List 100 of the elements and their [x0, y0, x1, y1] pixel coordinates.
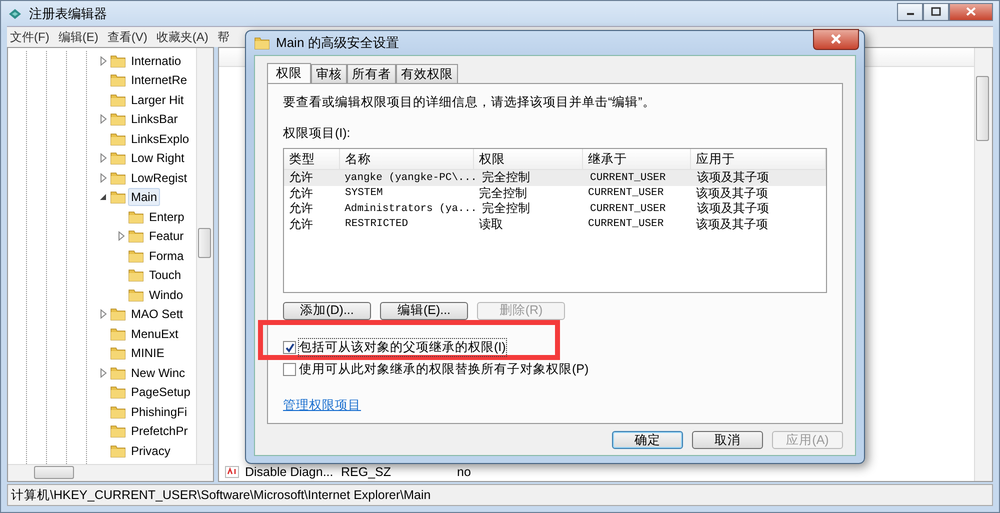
folder-icon: [128, 248, 144, 264]
scrollbar[interactable]: [974, 48, 992, 481]
tree-item[interactable]: Windo: [146, 286, 186, 304]
folder-icon: [110, 345, 126, 362]
tree-item[interactable]: LinksBar: [128, 110, 181, 128]
menu-item[interactable]: 编辑(E): [55, 28, 102, 46]
menu-item[interactable]: 文件(F): [7, 28, 52, 46]
table-cell-text: 读取: [478, 216, 504, 232]
tree-item[interactable]: Privacy: [128, 442, 174, 460]
table-cell-text: 允许: [288, 216, 314, 232]
table-cell-text: CURRENT_USER: [589, 202, 667, 216]
table-row[interactable]: 允许 yangke (yangke-PC\... 完全控制 CURRENT_USER 该项及其子项: [284, 170, 826, 186]
folder-icon: [128, 267, 144, 284]
checkbox-label[interactable]: 使用可从此对象继承的权限替换所有子对象权限(P): [299, 360, 589, 378]
maximize-button[interactable]: [923, 2, 949, 20]
manage-permissions-link[interactable]: 管理权限项目: [283, 397, 361, 414]
expand-arrow-icon[interactable]: [98, 368, 108, 378]
table-cell-text: 允许: [288, 201, 314, 216]
tree-item[interactable]: Featur: [146, 227, 187, 246]
expand-arrow-icon[interactable]: [98, 172, 108, 183]
list-label: 权限项目(I):: [283, 125, 352, 142]
folder-icon: [110, 326, 126, 342]
minimize-button[interactable]: [897, 2, 923, 20]
tree-item[interactable]: Main: [128, 188, 160, 206]
tree-item[interactable]: Larger Hit: [128, 90, 187, 109]
expand-arrow-icon[interactable]: [116, 231, 126, 242]
column-header[interactable]: 权限: [474, 149, 584, 169]
tree-item[interactable]: MenuExt: [128, 324, 182, 343]
table-cell-text: 该项及其子项: [695, 186, 770, 201]
tree-item[interactable]: PhishingFi: [128, 402, 190, 421]
close-icon: [830, 34, 842, 44]
tab[interactable]: 所有者: [347, 64, 396, 83]
expand-arrow-icon[interactable]: [98, 114, 108, 124]
menu-item[interactable]: 收藏夹(A): [153, 28, 212, 46]
value-name: Disable Diagn...: [245, 465, 334, 479]
scrollbar[interactable]: [8, 464, 213, 481]
tree-item[interactable]: Internatio: [128, 52, 184, 70]
value-data: no: [457, 465, 471, 479]
expand-arrow-icon[interactable]: [98, 56, 108, 66]
checkbox-label[interactable]: 包括可从该对象的父项继承的权限(I): [299, 339, 506, 356]
table-row[interactable]: 允许 Administrators (ya... 完全控制 CURRENT_USER 该项及其子项: [284, 201, 826, 216]
table-row[interactable]: 允许 SYSTEM 完全控制 CURRENT_USER 该项及其子项: [284, 186, 826, 201]
folder-icon: [128, 228, 144, 244]
tree-item[interactable]: New Winc: [128, 364, 188, 382]
folder-icon: [110, 130, 126, 147]
dialog-button[interactable]: 取消: [692, 431, 763, 449]
tab[interactable]: 有效权限: [396, 64, 458, 83]
value-type: REG_SZ: [341, 465, 392, 479]
dialog-title: Main 的高级安全设置: [276, 34, 399, 52]
folder-icon: [110, 404, 126, 420]
table-cell-text: RESTRICTED: [344, 217, 410, 232]
tree-item[interactable]: Low Right: [128, 149, 188, 168]
expand-arrow-icon[interactable]: [98, 309, 108, 320]
column-header[interactable]: 应用于: [691, 149, 826, 169]
table-cell-text: CURRENT_USER: [589, 170, 667, 186]
tree-item[interactable]: PageSetup: [128, 383, 194, 402]
folder-icon: [110, 72, 126, 88]
tree-item[interactable]: Enterp: [146, 208, 188, 226]
collapse-arrow-icon[interactable]: [98, 192, 108, 202]
instruction-text: 要查看或编辑权限项目的详细信息，请选择该项目并单击“编辑”。: [283, 94, 656, 111]
tab[interactable]: 审核: [311, 64, 347, 83]
scrollbar-thumb[interactable]: [198, 228, 211, 258]
tree-item[interactable]: MINIE: [128, 344, 168, 362]
table-cell-text: 完全控制: [480, 170, 531, 186]
tree-item[interactable]: MAO Sett: [128, 305, 186, 324]
table-cell-text: Administrators (ya...: [344, 202, 477, 216]
scrollbar-thumb[interactable]: [34, 466, 74, 479]
close-icon: [966, 7, 976, 16]
menu-item[interactable]: 帮: [214, 28, 232, 46]
tree-item[interactable]: LowRegist: [128, 168, 190, 187]
tree-item[interactable]: Forma: [146, 246, 187, 265]
table-cell-text: 完全控制: [480, 201, 531, 216]
tree-item[interactable]: LinksExplo: [128, 130, 192, 148]
scrollbar-thumb[interactable]: [976, 76, 989, 141]
column-header[interactable]: 名称: [340, 149, 474, 169]
tab[interactable]: 权限: [267, 63, 311, 84]
table-cell-text: 允许: [288, 186, 314, 201]
tree-item[interactable]: Touch: [146, 266, 184, 284]
expand-arrow-icon[interactable]: [98, 153, 108, 164]
table-cell-text: 该项及其子项: [695, 216, 770, 232]
close-button[interactable]: [949, 2, 993, 20]
folder-icon: [110, 170, 126, 186]
table-cell-text: 该项及其子项: [696, 170, 770, 186]
tree-item[interactable]: InternetRe: [128, 71, 190, 90]
checkbox[interactable]: [283, 341, 296, 354]
column-header[interactable]: 类型: [284, 149, 340, 169]
checkbox[interactable]: [283, 362, 296, 376]
action-button[interactable]: 添加(D)...: [283, 302, 371, 320]
table-cell-text: yangke (yangke-PC\...: [344, 170, 477, 186]
tree-item[interactable]: PrefetchPr: [128, 422, 191, 440]
menu-item[interactable]: 查看(V): [104, 28, 150, 46]
folder-icon: [128, 208, 144, 225]
column-header[interactable]: 继承于: [583, 149, 692, 169]
table-cell-text: CURRENT_USER: [587, 186, 665, 201]
scrollbar[interactable]: [196, 48, 213, 464]
table-cell-text: CURRENT_USER: [587, 217, 665, 232]
action-button[interactable]: 编辑(E)...: [380, 302, 468, 320]
table-row[interactable]: 允许 RESTRICTED 读取 CURRENT_USER 该项及其子项: [284, 216, 826, 232]
dialog-button[interactable]: 确定: [612, 431, 683, 449]
close-button[interactable]: [813, 28, 859, 50]
